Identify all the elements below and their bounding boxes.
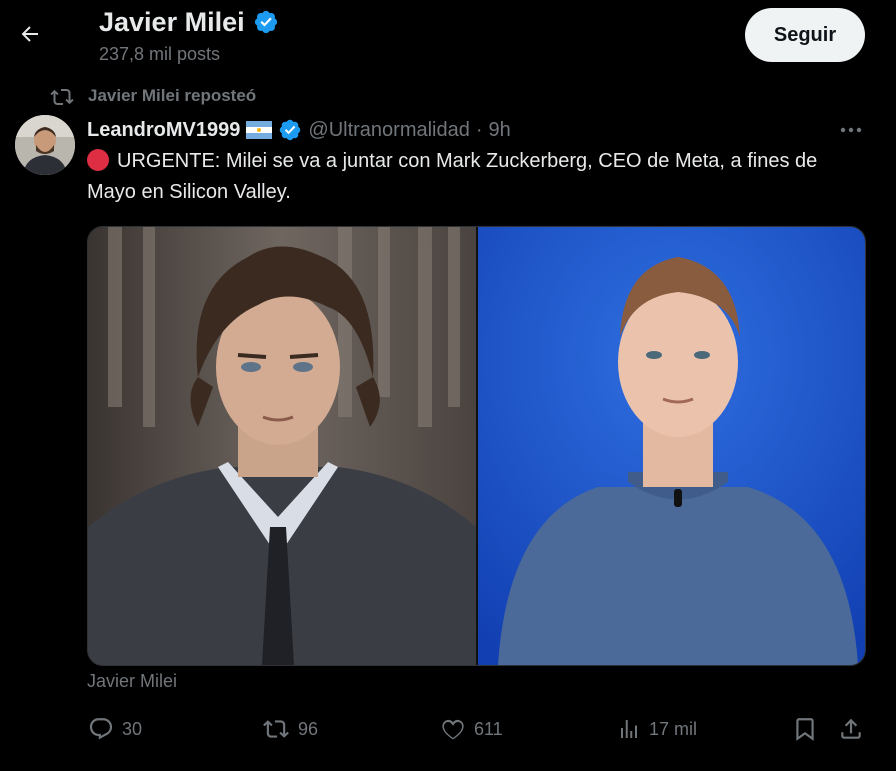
bookmark-button[interactable] [792,712,818,746]
analytics-icon [617,716,641,742]
more-options-button[interactable] [836,118,866,142]
media-image-left[interactable] [88,227,476,665]
tweet-body: URGENTE: Milei se va a juntar con Mark Z… [87,150,818,203]
more-horizontal-icon [836,118,866,142]
profile-name: Javier Milei [99,7,245,37]
profile-header: Javier Milei 237,8 mil posts Seguir [0,0,896,78]
posts-count: 237,8 mil posts [99,44,221,64]
separator-dot: · [475,119,483,141]
repost-count: 96 [298,718,319,739]
media-caption: Javier Milei [87,671,178,691]
share-icon [838,716,864,742]
argentina-flag-icon [246,121,273,139]
tweet-media[interactable] [87,226,866,666]
tweet-text: URGENTE: Milei se va a juntar con Mark Z… [87,146,847,208]
follow-button[interactable]: Seguir [745,8,865,62]
tweet-header: LeandroMV1999 @Ultranormalidad · 9h [87,116,511,144]
arrow-left-icon [18,22,42,46]
repost-icon [50,86,74,106]
author-handle[interactable]: @Ultranormalidad [308,116,469,144]
verified-badge-icon [278,118,302,142]
tweet-time[interactable]: 9h [489,116,511,144]
tweet-action-bar: 30 96 611 17 mil [0,712,896,746]
reply-icon [88,716,114,742]
red-circle-emoji-icon [87,149,109,171]
repost-indicator: Javier Milei reposteó [50,86,256,106]
repost-icon [262,716,290,742]
page-title: Javier Milei [99,4,279,40]
views-count: 17 mil [649,718,698,739]
repost-label[interactable]: Javier Milei reposteó [88,86,256,106]
reply-count: 30 [122,718,143,739]
reply-button[interactable]: 30 [88,712,142,746]
like-button[interactable]: 611 [440,712,503,746]
like-count: 611 [474,718,503,739]
repost-button[interactable]: 96 [262,712,318,746]
verified-badge-icon [253,9,279,35]
header-title-block: Javier Milei 237,8 mil posts [99,4,279,65]
heart-icon [440,716,466,742]
avatar[interactable] [15,115,75,175]
author-name[interactable]: LeandroMV1999 [87,116,240,144]
bookmark-icon [792,716,818,742]
back-button[interactable] [12,16,48,52]
media-image-right[interactable] [478,227,865,665]
views-button[interactable]: 17 mil [617,712,697,746]
share-button[interactable] [838,712,864,746]
